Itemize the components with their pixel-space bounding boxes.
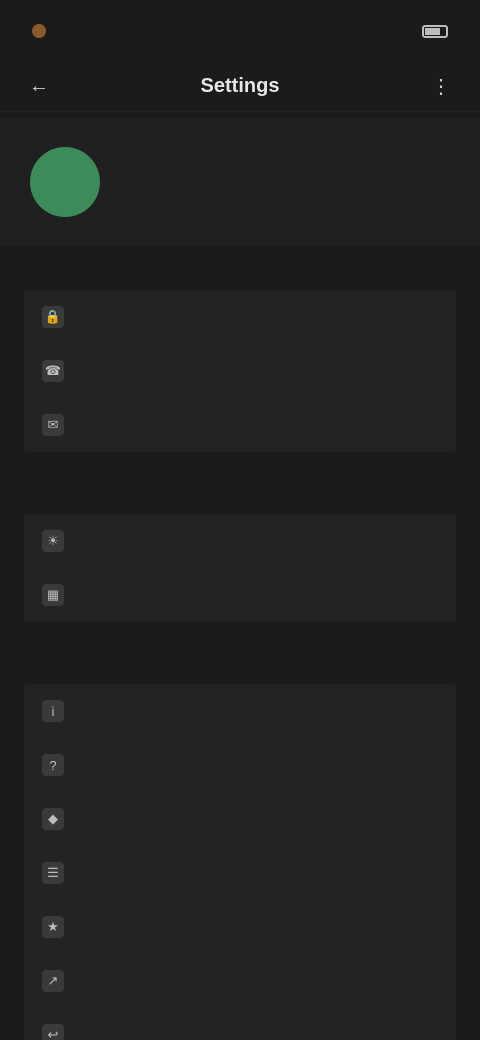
status-bar (0, 0, 480, 62)
document-icon: ☰ (42, 862, 64, 884)
status-right (414, 24, 448, 38)
settings-row[interactable]: ◆ (24, 792, 456, 846)
settings-row[interactable]: ↗ (24, 954, 456, 1008)
settings-row[interactable]: 🔒 (24, 290, 456, 344)
settings-row[interactable]: ↩ (24, 1008, 456, 1040)
battery-icon (422, 24, 448, 38)
page-title: Settings (200, 75, 280, 97)
avatar (30, 147, 100, 217)
share-icon: ↗ (42, 970, 64, 992)
help-icon: ? (42, 754, 64, 776)
app-bar: ← Settings ⋮ (0, 62, 480, 112)
logout-icon: ↩ (42, 1024, 64, 1040)
settings-group: ☀ ▦ (24, 514, 456, 622)
settings-group: 🔒 ☎ ✉ (24, 290, 456, 452)
chat-icon: ✉ (42, 414, 64, 436)
settings-row[interactable]: i (24, 684, 456, 738)
section-header (0, 640, 480, 684)
star-icon: ★ (42, 916, 64, 938)
shield-icon: ◆ (42, 808, 64, 830)
settings-row[interactable]: ☎ (24, 344, 456, 398)
section-header (0, 470, 480, 514)
settings-row[interactable]: ☰ (24, 846, 456, 900)
settings-screen: ← Settings ⋮ 🔒 ☎ ✉ ☀ ▦ i ? ◆ ☰ ★ ↗ ↩ (0, 0, 480, 1040)
info-icon: i (42, 700, 64, 722)
more-icon[interactable]: ⋮ (426, 72, 456, 102)
palette-icon: ☀ (42, 530, 64, 552)
settings-group: i ? ◆ ☰ ★ ↗ ↩ (24, 684, 456, 1040)
bell-icon: ☎ (42, 360, 64, 382)
settings-row[interactable]: ★ (24, 900, 456, 954)
profile-card[interactable] (0, 118, 480, 246)
settings-row[interactable]: ▦ (24, 568, 456, 622)
settings-row[interactable]: ☀ (24, 514, 456, 568)
settings-row[interactable]: ✉ (24, 398, 456, 452)
back-arrow-icon[interactable]: ← (24, 72, 54, 102)
settings-row[interactable]: ? (24, 738, 456, 792)
section-header (0, 246, 480, 290)
status-left (32, 24, 56, 38)
lock-icon: 🔒 (42, 306, 64, 328)
storage-icon: ▦ (42, 584, 64, 606)
notification-icon (32, 24, 46, 38)
